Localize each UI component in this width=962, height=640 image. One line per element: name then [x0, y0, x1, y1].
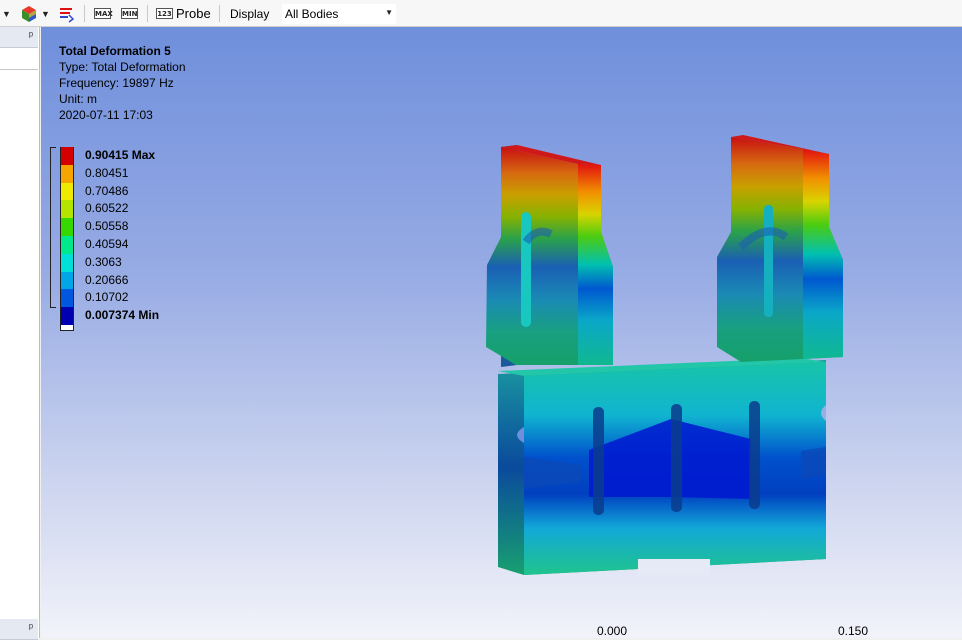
panel-header-details: ᵖ — [0, 619, 38, 640]
panel-divider — [0, 69, 38, 70]
pin-icon[interactable]: ᵖ — [29, 30, 33, 42]
scale-label-right: 0.150 — [838, 624, 869, 638]
contour-options-icon[interactable] — [58, 0, 76, 27]
toolbar-separator — [219, 5, 220, 22]
panel-header: ᵖ — [0, 27, 38, 48]
display-dropdown-value: All Bodies — [285, 6, 339, 21]
base-block — [498, 358, 826, 575]
right-arm — [717, 135, 843, 362]
graphics-viewport[interactable]: Total Deformation 5 Type: Total Deformat… — [41, 27, 962, 638]
dropdown-arrow-icon[interactable]: ▼ — [2, 0, 11, 27]
toolbar-separator — [84, 5, 85, 22]
probe-label: Probe — [176, 6, 211, 21]
color-dropdown-arrow-icon[interactable]: ▼ — [41, 0, 50, 27]
probe-button[interactable]: 123 Probe — [156, 0, 211, 27]
max-icon: MAX — [94, 8, 113, 19]
chevron-down-icon: ▼ — [385, 7, 393, 17]
toolbar: ▼ ▼ MAX MIN 123 Probe Display All Bodies… — [0, 0, 962, 27]
max-label-button[interactable]: MAX — [94, 0, 113, 27]
display-dropdown[interactable]: All Bodies ▼ — [282, 0, 396, 27]
deformed-model[interactable] — [41, 27, 962, 638]
min-icon: MIN — [121, 8, 138, 19]
min-label-button[interactable]: MIN — [121, 0, 138, 27]
left-arm — [486, 145, 613, 367]
display-label: Display — [230, 6, 270, 21]
scale-label-left: 0.000 — [597, 624, 628, 638]
probe-icon: 123 — [156, 8, 173, 19]
pin-icon[interactable]: ᵖ — [29, 622, 33, 634]
color-cube-icon[interactable] — [20, 0, 38, 27]
outline-panel: ᵖ ᵖ — [0, 27, 40, 640]
toolbar-separator — [147, 5, 148, 22]
